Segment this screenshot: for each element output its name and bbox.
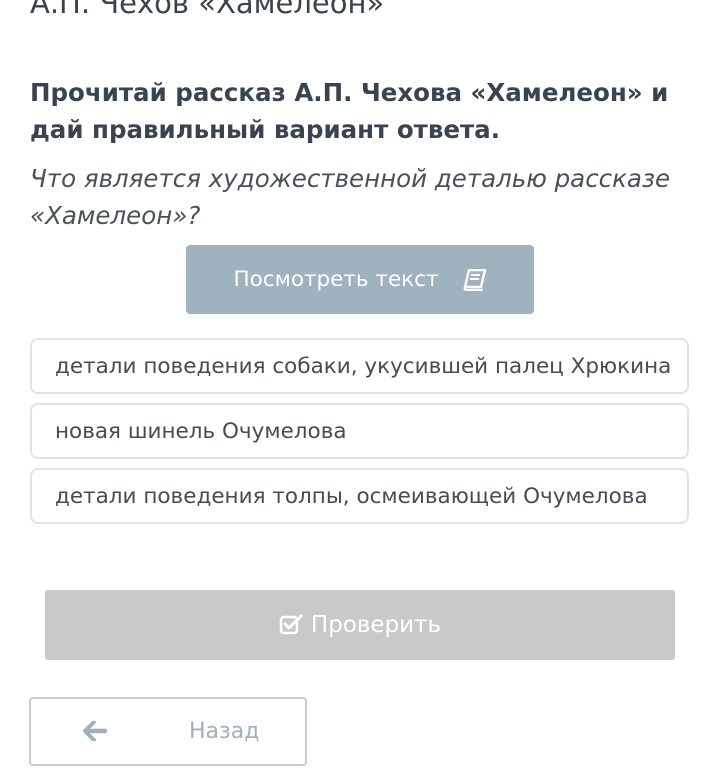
check-button[interactable]: Проверить (45, 590, 675, 660)
question-text: Что является художественной деталью расс… (30, 164, 671, 230)
answer-option-label: детали поведения толпы, осмеивающей Очум… (55, 483, 648, 509)
answer-option-2[interactable]: новая шинель Очумелова (30, 403, 689, 459)
answer-option-3[interactable]: детали поведения толпы, осмеивающей Очум… (30, 468, 689, 524)
page-title: А.П. Чехов «Хамелеон» (30, 0, 385, 20)
answer-option-label: детали поведения собаки, укусившей палец… (55, 353, 672, 379)
check-button-label: Проверить (310, 612, 442, 638)
back-button[interactable]: Назад (29, 697, 307, 766)
back-button-label: Назад (189, 719, 260, 744)
check-square-icon (279, 614, 303, 636)
task-instruction: Прочитай рассказ А.П. Чехова «Хамелеон» … (30, 78, 669, 144)
view-text-button[interactable]: Посмотреть текст (186, 245, 534, 314)
answer-option-label: новая шинель Очумелова (55, 418, 347, 444)
view-text-label: Посмотреть текст (233, 267, 439, 292)
answer-option-1[interactable]: детали поведения собаки, укусившей палец… (30, 338, 689, 394)
arrow-left-icon (83, 720, 108, 745)
book-icon (463, 268, 487, 291)
